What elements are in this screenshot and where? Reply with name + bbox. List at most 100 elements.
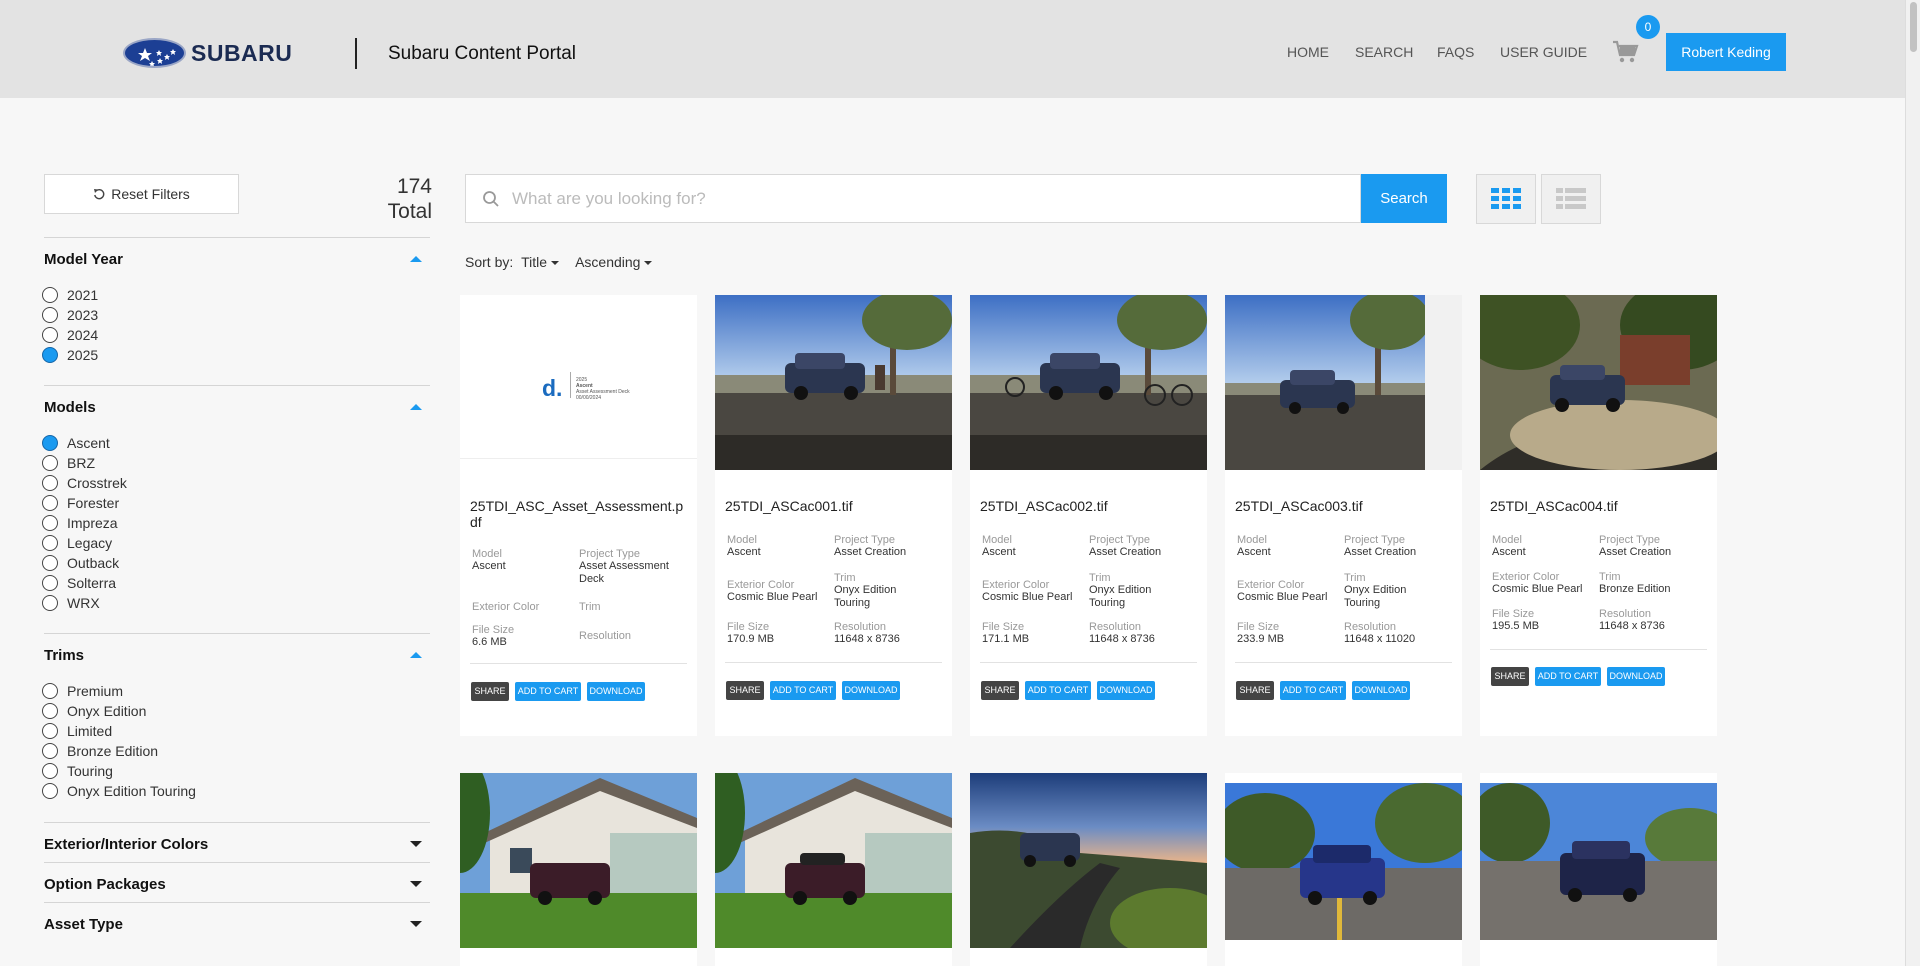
option-model-forester[interactable]: Forester: [42, 494, 119, 512]
option-trim-limited[interactable]: Limited: [42, 722, 112, 740]
option-year-2024[interactable]: 2024: [42, 326, 98, 344]
asset-card[interactable]: [970, 773, 1207, 966]
radio-button[interactable]: [42, 575, 58, 591]
option-model-solterra[interactable]: Solterra: [42, 574, 116, 592]
radio-button[interactable]: [42, 723, 58, 739]
asset-title[interactable]: 25TDI_ASCac002.tif: [980, 498, 1200, 514]
asset-card[interactable]: [460, 773, 697, 966]
asset-card[interactable]: 25TDI_ASCac003.tif Model Ascent Project …: [1225, 295, 1462, 736]
asset-card[interactable]: d. 2025 Ascent Asset Assessment Deck 00/…: [460, 295, 697, 736]
asset-title[interactable]: 25TDI_ASCac003.tif: [1235, 498, 1455, 514]
reset-filters-button[interactable]: Reset Filters: [44, 174, 239, 214]
option-model-legacy[interactable]: Legacy: [42, 534, 112, 552]
collapse-caret-icon[interactable]: [410, 256, 422, 262]
asset-card[interactable]: [715, 773, 952, 966]
add-to-cart-button[interactable]: ADD TO CART: [1025, 681, 1091, 700]
radio-button[interactable]: [42, 763, 58, 779]
asset-thumbnail[interactable]: [970, 773, 1207, 948]
add-to-cart-button[interactable]: ADD TO CART: [1280, 681, 1346, 700]
expand-caret-icon[interactable]: [410, 881, 422, 887]
option-model-brz[interactable]: BRZ: [42, 454, 95, 472]
nav-home[interactable]: HOME: [1287, 44, 1329, 60]
collapse-caret-icon[interactable]: [410, 404, 422, 410]
share-button[interactable]: SHARE: [1491, 667, 1529, 686]
share-button[interactable]: SHARE: [471, 682, 509, 701]
share-button[interactable]: SHARE: [981, 681, 1019, 700]
grid-view-button[interactable]: [1476, 174, 1536, 224]
asset-thumbnail[interactable]: [1225, 295, 1462, 470]
option-model-ascent[interactable]: Ascent: [42, 434, 110, 452]
download-button[interactable]: DOWNLOAD: [1097, 681, 1155, 700]
asset-card[interactable]: 25TDI_ASCac004.tif Model Ascent Project …: [1480, 295, 1717, 736]
asset-thumbnail[interactable]: [970, 295, 1207, 470]
radio-button[interactable]: [42, 595, 58, 611]
user-menu-button[interactable]: Robert Keding: [1666, 33, 1786, 71]
asset-title[interactable]: 25TDI_ASC_Asset_Assessment.pdf: [470, 498, 690, 530]
asset-thumbnail[interactable]: [1480, 783, 1717, 940]
list-view-button[interactable]: [1541, 174, 1601, 224]
add-to-cart-button[interactable]: ADD TO CART: [1535, 667, 1601, 686]
option-model-wrx[interactable]: WRX: [42, 594, 100, 612]
radio-button[interactable]: [42, 555, 58, 571]
search-button[interactable]: Search: [1361, 174, 1447, 223]
search-input[interactable]: [512, 188, 1312, 209]
option-year-2025[interactable]: 2025: [42, 346, 98, 364]
asset-card[interactable]: 25TDI_ASCac002.tif Model Ascent Project …: [970, 295, 1207, 736]
asset-thumbnail[interactable]: [1225, 783, 1462, 940]
radio-button[interactable]: [42, 535, 58, 551]
asset-thumbnail[interactable]: d. 2025 Ascent Asset Assessment Deck 00/…: [460, 295, 697, 470]
expand-caret-icon[interactable]: [410, 921, 422, 927]
asset-card[interactable]: [1225, 773, 1462, 966]
collapse-caret-icon[interactable]: [410, 652, 422, 658]
asset-thumbnail[interactable]: [1480, 295, 1717, 470]
radio-button[interactable]: [42, 495, 58, 511]
radio-button[interactable]: [42, 455, 58, 471]
option-model-crosstrek[interactable]: Crosstrek: [42, 474, 127, 492]
nav-user-guide[interactable]: USER GUIDE: [1500, 44, 1587, 60]
radio-button[interactable]: [42, 327, 58, 343]
radio-button[interactable]: [42, 515, 58, 531]
download-button[interactable]: DOWNLOAD: [1352, 681, 1410, 700]
expand-caret-icon[interactable]: [410, 841, 422, 847]
option-trim-onyx-edition-touring[interactable]: Onyx Edition Touring: [42, 782, 196, 800]
subaru-logo[interactable]: SUBARU: [123, 38, 292, 68]
add-to-cart-button[interactable]: ADD TO CART: [515, 682, 581, 701]
option-year-2021[interactable]: 2021: [42, 286, 98, 304]
filter-colors-title[interactable]: Exterior/Interior Colors: [44, 836, 208, 853]
sort-order-dropdown[interactable]: Ascending: [575, 254, 652, 270]
download-button[interactable]: DOWNLOAD: [842, 681, 900, 700]
filter-trims-title[interactable]: Trims: [44, 647, 84, 664]
option-year-2023[interactable]: 2023: [42, 306, 98, 324]
option-trim-premium[interactable]: Premium: [42, 682, 123, 700]
filter-option-packages-title[interactable]: Option Packages: [44, 876, 166, 893]
radio-button-selected[interactable]: [42, 347, 58, 363]
share-button[interactable]: SHARE: [726, 681, 764, 700]
add-to-cart-button[interactable]: ADD TO CART: [770, 681, 836, 700]
option-model-impreza[interactable]: Impreza: [42, 514, 118, 532]
asset-title[interactable]: 25TDI_ASCac001.tif: [725, 498, 945, 514]
download-button[interactable]: DOWNLOAD: [1607, 667, 1665, 686]
option-trim-touring[interactable]: Touring: [42, 762, 113, 780]
radio-button[interactable]: [42, 683, 58, 699]
asset-thumbnail[interactable]: [460, 773, 697, 948]
option-model-outback[interactable]: Outback: [42, 554, 119, 572]
radio-button[interactable]: [42, 307, 58, 323]
radio-button[interactable]: [42, 475, 58, 491]
nav-faqs[interactable]: FAQS: [1437, 44, 1474, 60]
sort-field-dropdown[interactable]: Title: [521, 254, 559, 270]
asset-card[interactable]: 25TDI_ASCac001.tif Model Ascent Project …: [715, 295, 952, 736]
scrollbar-thumb[interactable]: [1910, 2, 1917, 52]
download-button[interactable]: DOWNLOAD: [587, 682, 645, 701]
radio-button[interactable]: [42, 287, 58, 303]
asset-thumbnail[interactable]: [715, 773, 952, 948]
option-trim-onyx-edition[interactable]: Onyx Edition: [42, 702, 146, 720]
asset-card[interactable]: [1480, 773, 1717, 966]
asset-title[interactable]: 25TDI_ASCac004.tif: [1490, 498, 1710, 514]
radio-button[interactable]: [42, 703, 58, 719]
asset-thumbnail[interactable]: [715, 295, 952, 470]
radio-button[interactable]: [42, 743, 58, 759]
filter-models-title[interactable]: Models: [44, 399, 96, 416]
cart-icon[interactable]: [1612, 40, 1640, 69]
share-button[interactable]: SHARE: [1236, 681, 1274, 700]
page-scrollbar[interactable]: [1905, 0, 1920, 966]
